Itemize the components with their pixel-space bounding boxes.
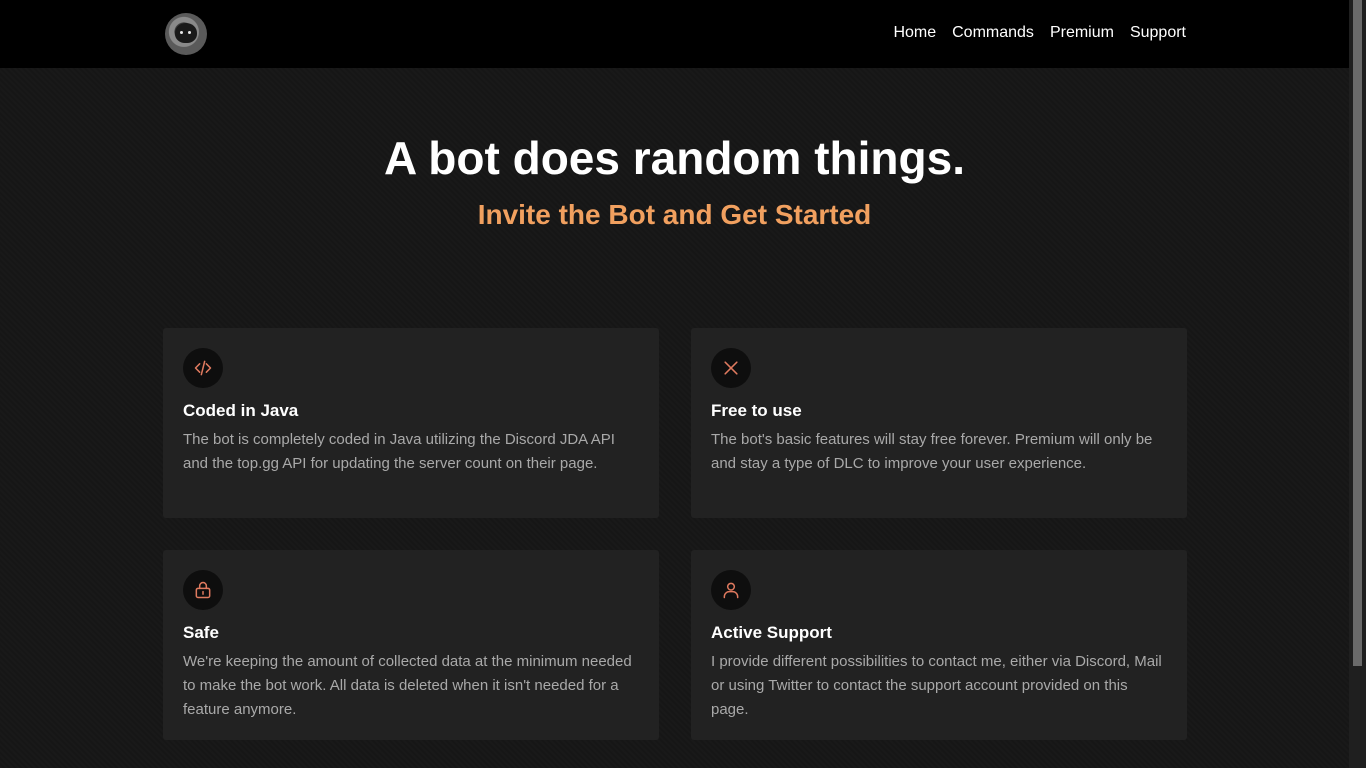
nav-link-commands[interactable]: Commands <box>952 24 1034 42</box>
navbar: Home Commands Premium Support <box>0 0 1349 68</box>
feature-card-support: Active Support I provide different possi… <box>691 550 1187 740</box>
feature-card-java: Coded in Java The bot is completely code… <box>163 328 659 518</box>
bot-logo-avatar[interactable] <box>165 13 207 55</box>
nav-menu: Home Commands Premium Support <box>893 24 1186 42</box>
feature-card-safe: Safe We're keeping the amount of collect… <box>163 550 659 740</box>
lock-icon <box>183 570 223 610</box>
page: Home Commands Premium Support A bot does… <box>0 0 1349 768</box>
nav-link-support[interactable]: Support <box>1130 24 1186 42</box>
feature-title: Safe <box>183 623 219 642</box>
feature-description: I provide different possibilities to con… <box>711 653 1162 718</box>
feature-title: Free to use <box>711 401 802 420</box>
feature-description: The bot's basic features will stay free … <box>711 431 1153 472</box>
feature-card-free: Free to use The bot's basic features wil… <box>691 328 1187 518</box>
x-icon <box>711 348 751 388</box>
cat-eye-icon <box>188 31 191 34</box>
nav-link-home[interactable]: Home <box>893 24 936 42</box>
feature-description: We're keeping the amount of collected da… <box>183 653 632 718</box>
feature-title: Coded in Java <box>183 401 299 420</box>
cat-silhouette-icon <box>175 23 197 43</box>
hero-title: A bot does random things. <box>384 132 965 184</box>
code-icon <box>183 348 223 388</box>
nav-link-premium[interactable]: Premium <box>1050 24 1114 42</box>
scrollbar-thumb[interactable] <box>1353 0 1362 666</box>
cat-eye-icon <box>180 31 183 34</box>
invite-bot-link[interactable]: Invite the Bot and Get Started <box>0 197 1349 233</box>
vertical-scrollbar[interactable] <box>1349 0 1366 768</box>
feature-title: Active Support <box>711 623 832 642</box>
user-icon <box>711 570 751 610</box>
feature-description: The bot is completely coded in Java util… <box>183 431 615 472</box>
